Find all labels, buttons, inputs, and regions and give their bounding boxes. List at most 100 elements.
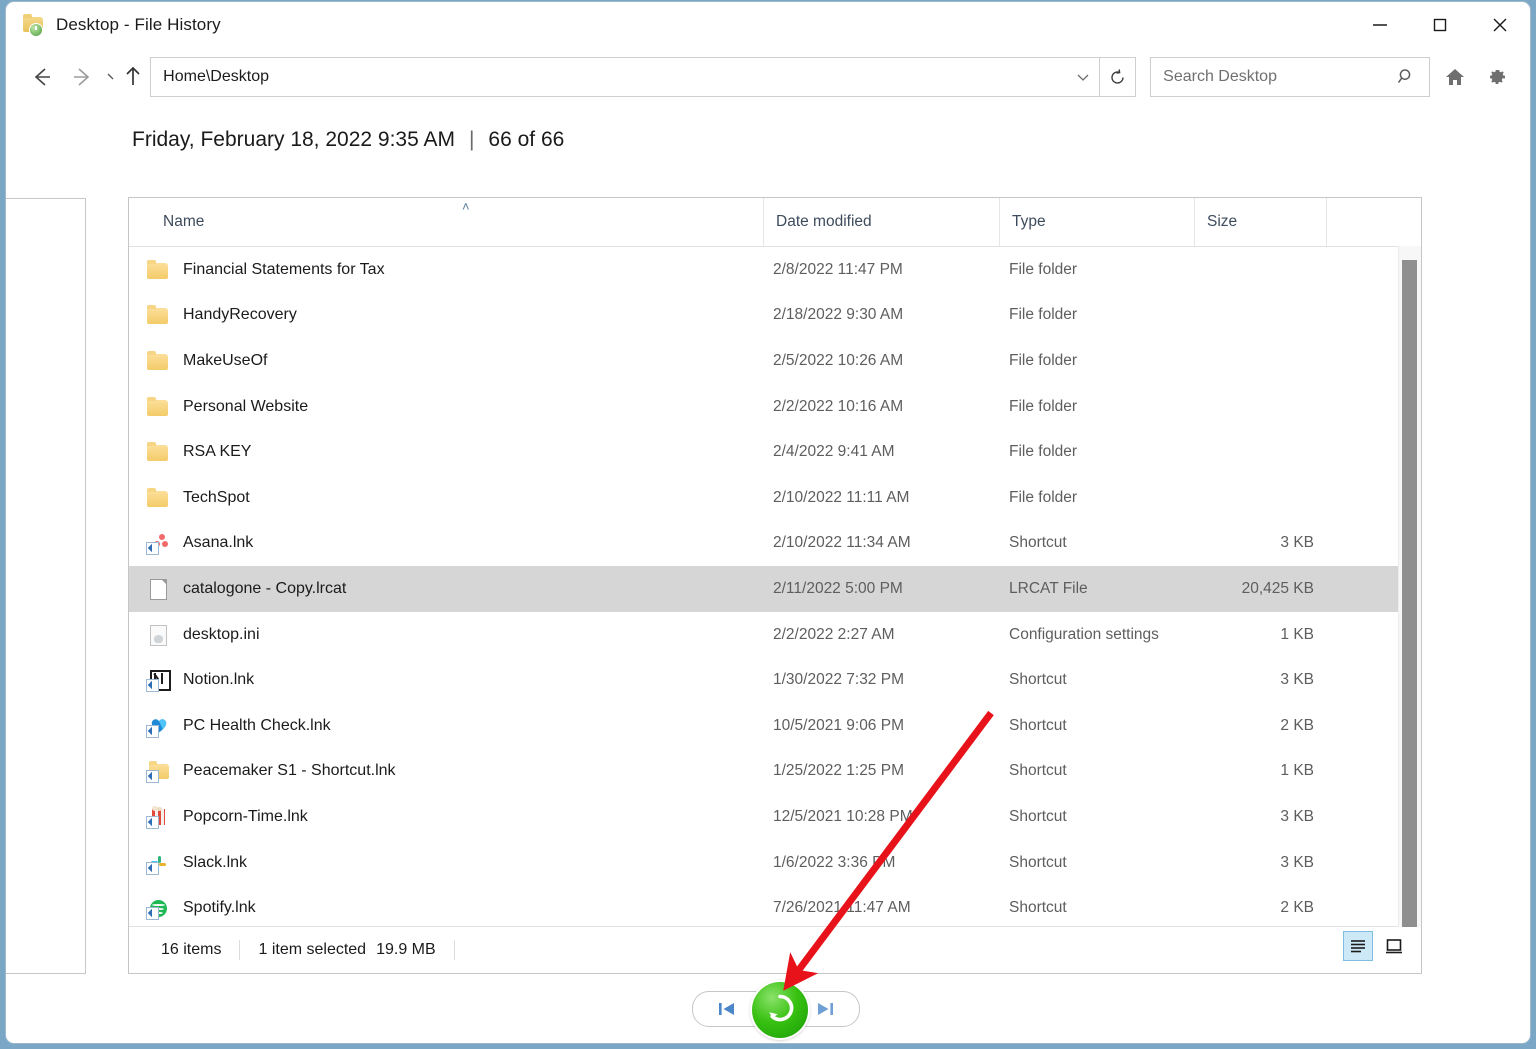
- gear-icon[interactable]: [1480, 58, 1514, 96]
- table-row[interactable]: TechSpot 2/10/2022 11:11 AM File folder: [129, 475, 1421, 521]
- file-name-label: desktop.ini: [183, 625, 260, 643]
- table-row[interactable]: Notion.lnk 1/30/2022 7:32 PM Shortcut 3 KB: [129, 657, 1421, 703]
- cell-name: TechSpot: [129, 487, 763, 509]
- column-header-name[interactable]: Name ˄: [129, 198, 763, 246]
- search-input[interactable]: Search Desktop: [1150, 57, 1430, 97]
- table-row[interactable]: Spotify.lnk 7/26/2021 11:47 AM Shortcut 2 K…: [129, 885, 1421, 926]
- folder-icon: [147, 304, 169, 326]
- large-icons-view-icon[interactable]: [1379, 931, 1409, 961]
- back-arrow-icon[interactable]: [22, 57, 62, 97]
- column-header-spacer: [1326, 198, 1398, 246]
- cell-type: Configuration settings: [1009, 625, 1159, 643]
- item-count-label: 16 items: [161, 941, 222, 958]
- table-row[interactable]: Financial Statements for Tax 2/8/2022 11:…: [129, 247, 1421, 293]
- cell-name: RSA KEY: [129, 441, 763, 463]
- table-row[interactable]: Personal Website 2/2/2022 10:16 AM File fo…: [129, 384, 1421, 430]
- cell-type: Shortcut: [1009, 762, 1067, 780]
- table-row[interactable]: HandyRecovery 2/18/2022 9:30 AM File folde…: [129, 293, 1421, 339]
- column-header-type[interactable]: Type: [999, 198, 1194, 246]
- table-row[interactable]: Peacemaker S1 - Shortcut.lnk 1/25/2022 1:…: [129, 749, 1421, 795]
- cell-name: Notion.lnk: [129, 669, 763, 693]
- column-header-date-modified[interactable]: Date modified: [763, 198, 999, 246]
- vertical-scrollbar[interactable]: [1398, 246, 1421, 927]
- close-button[interactable]: [1470, 2, 1530, 48]
- file-rows-container: Financial Statements for Tax 2/8/2022 11:…: [129, 247, 1421, 926]
- version-separator: |: [468, 128, 475, 151]
- table-row[interactable]: RSA KEY 2/4/2022 9:41 AM File folder: [129, 429, 1421, 475]
- notion-shortcut-icon: [146, 669, 171, 693]
- cell-type: Shortcut: [1009, 671, 1067, 689]
- table-row[interactable]: Popcorn-Time.lnk 12/5/2021 10:28 PM Shortc…: [129, 794, 1421, 840]
- file-name-label: Spotify.lnk: [183, 899, 256, 917]
- search-icon[interactable]: [1397, 67, 1417, 87]
- cell-date-modified: 2/8/2022 11:47 PM: [773, 260, 903, 278]
- table-row[interactable]: Slack.lnk 1/6/2022 3:36 PM Shortcut 3 KB: [129, 840, 1421, 886]
- cell-size: 20,425 KB: [1241, 579, 1314, 597]
- minimize-button[interactable]: [1350, 2, 1410, 48]
- column-header-size-label: Size: [1207, 213, 1238, 230]
- status-divider-2: [453, 940, 455, 960]
- cell-date-modified: 1/25/2022 1:25 PM: [773, 762, 904, 780]
- title-bar: Desktop - File History: [6, 2, 1530, 48]
- table-row[interactable]: MakeUseOf 2/5/2022 10:26 AM File folder: [129, 338, 1421, 384]
- table-row[interactable]: PC Health Check.lnk 10/5/2021 9:06 PM Shor…: [129, 703, 1421, 749]
- folder-icon: [147, 350, 169, 372]
- cell-size: 2 KB: [1280, 716, 1314, 734]
- slack-shortcut-icon: [146, 852, 169, 875]
- restore-button[interactable]: [752, 982, 808, 1038]
- cell-date-modified: 7/26/2021 11:47 AM: [773, 899, 911, 917]
- cell-name: PC Health Check.lnk: [129, 715, 763, 738]
- maximize-button[interactable]: [1410, 2, 1470, 48]
- chevron-down-icon[interactable]: [1075, 58, 1091, 96]
- version-date: Friday, February 18, 2022 9:35 AM: [132, 128, 455, 151]
- cell-size: 3 KB: [1280, 671, 1314, 689]
- details-view-icon[interactable]: [1343, 931, 1373, 961]
- folder-history-icon: [22, 13, 46, 37]
- cell-name: Slack.lnk: [129, 852, 763, 875]
- home-icon[interactable]: [1438, 58, 1472, 96]
- file-name-label: TechSpot: [183, 488, 250, 506]
- up-arrow-icon[interactable]: [122, 57, 144, 97]
- ini-file-icon: [147, 624, 169, 646]
- address-input[interactable]: Home\Desktop: [150, 57, 1101, 97]
- recent-locations-chevron-icon[interactable]: [101, 57, 122, 97]
- folder-icon: [147, 441, 169, 463]
- search-placeholder: Search Desktop: [1163, 68, 1277, 85]
- version-transport-controls: [678, 982, 874, 1038]
- cell-date-modified: 2/11/2022 5:00 PM: [773, 579, 903, 597]
- table-row[interactable]: catalogone - Copy.lrcat 2/11/2022 5:00 PM…: [129, 566, 1421, 612]
- cell-name: MakeUseOf: [129, 350, 763, 372]
- forward-arrow-icon[interactable]: [62, 57, 102, 97]
- cell-size: 2 KB: [1280, 899, 1314, 917]
- version-header: Friday, February 18, 2022 9:35 AM | 66 o…: [132, 128, 1530, 152]
- status-bar: 16 items 1 item selected 19.9 MB: [129, 926, 1421, 973]
- cell-type: Shortcut: [1009, 534, 1067, 552]
- cell-name: Financial Statements for Tax: [129, 259, 763, 281]
- refresh-icon[interactable]: [1100, 57, 1137, 97]
- cell-name: Personal Website: [129, 396, 763, 418]
- file-name-label: catalogone - Copy.lrcat: [183, 579, 347, 597]
- file-list-pane: Name ˄ Date modified Type Size Financial…: [128, 197, 1422, 974]
- scrollbar-thumb[interactable]: [1402, 260, 1417, 927]
- column-header-type-label: Type: [1012, 213, 1046, 230]
- cell-size: 1 KB: [1280, 625, 1314, 643]
- file-name-label: Slack.lnk: [183, 853, 248, 871]
- cell-date-modified: 2/10/2022 11:34 AM: [773, 534, 911, 552]
- file-name-label: RSA KEY: [183, 443, 252, 461]
- table-row[interactable]: Asana.lnk 2/10/2022 11:34 AM Shortcut 3 KB: [129, 521, 1421, 567]
- cell-type: File folder: [1009, 443, 1078, 461]
- column-header-row: Name ˄ Date modified Type Size: [129, 198, 1421, 247]
- table-row[interactable]: desktop.ini 2/2/2022 2:27 AM Configuration…: [129, 612, 1421, 658]
- popcorn-shortcut-icon: [146, 805, 169, 829]
- column-header-date-label: Date modified: [776, 213, 872, 230]
- cell-name: desktop.ini: [129, 624, 763, 646]
- cell-type: Shortcut: [1009, 853, 1067, 871]
- version-position: 66 of 66: [488, 128, 565, 151]
- column-header-size[interactable]: Size: [1194, 198, 1326, 246]
- cell-type: File folder: [1009, 260, 1078, 278]
- file-name-label: Popcorn-Time.lnk: [183, 807, 308, 825]
- file-name-label: PC Health Check.lnk: [183, 716, 331, 734]
- file-name-label: Personal Website: [183, 397, 309, 415]
- column-header-name-label: Name: [163, 213, 205, 230]
- cell-size: 3 KB: [1280, 853, 1314, 871]
